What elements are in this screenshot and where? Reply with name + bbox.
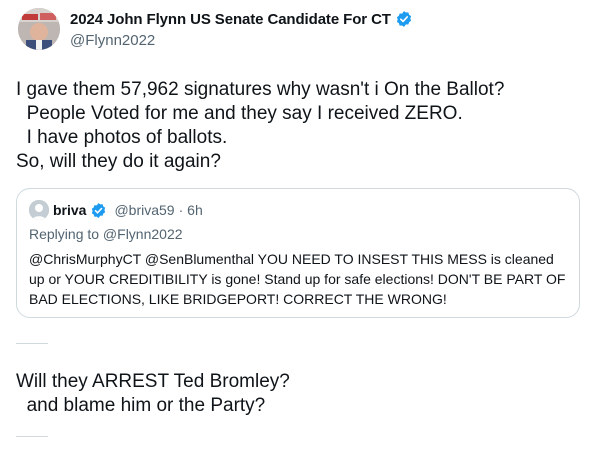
thread-divider	[16, 343, 48, 344]
author-avatar[interactable]	[18, 8, 60, 50]
verified-badge-icon	[396, 11, 411, 27]
author-handle[interactable]: @Flynn2022	[70, 32, 413, 49]
tweet-text: I gave them 57,962 signatures why wasn't…	[16, 79, 505, 172]
verified-badge-icon	[92, 202, 106, 218]
author-display-name[interactable]: 2024 John Flynn US Senate Candidate For …	[70, 11, 391, 28]
quoted-tweet-time: · 6h	[178, 202, 203, 218]
replying-to-label: Replying to @Flynn2022	[29, 226, 183, 242]
tweet-author: 2024 John Flynn US Senate Candidate For …	[70, 10, 413, 49]
quoted-author-handle[interactable]: @briva59	[114, 202, 174, 218]
followup-tweet-text: Will they ARREST Ted Bromley? and blame …	[16, 371, 290, 416]
quoted-author-name[interactable]: briva	[53, 202, 86, 218]
avatar-image	[18, 8, 60, 50]
quoted-author-avatar[interactable]	[29, 200, 49, 220]
quoted-tweet[interactable]: briva @briva59 · 6h Replying to @Flynn20…	[16, 188, 580, 318]
quoted-tweet-header: briva @briva59 · 6h	[29, 200, 203, 220]
default-avatar-icon	[29, 200, 49, 220]
quoted-tweet-text: @ChrisMurphyCT @SenBlumenthal YOU NEED T…	[29, 251, 566, 307]
thread-divider	[16, 436, 48, 437]
